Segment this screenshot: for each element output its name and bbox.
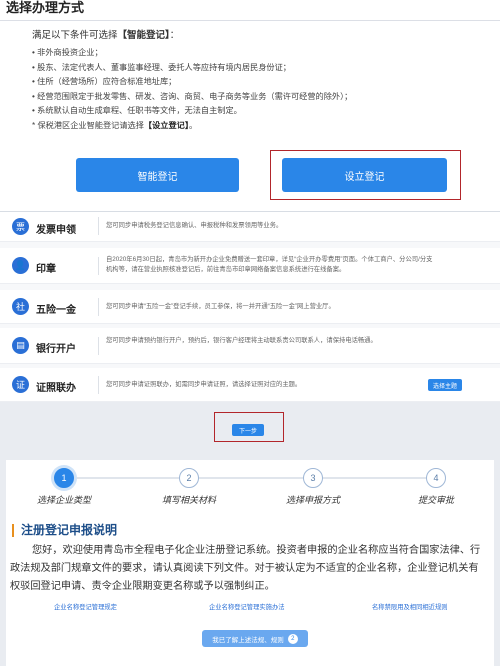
note-highlight: 【设立登记】 [143, 120, 189, 130]
step-4[interactable]: 4 提交审批 [396, 468, 476, 506]
intro-highlight: 【智能登记】 [117, 30, 170, 41]
countdown-badge: 2 [287, 633, 298, 644]
divider [98, 376, 99, 394]
service-row-bank: ▤ 银行开户 您可同步申请预约银行开户，预约后，银行客户经理将主动联系贵公司联系… [0, 328, 500, 364]
rule-link[interactable]: 企业名称登记管理实施办法 [209, 602, 285, 611]
step-number: 1 [54, 468, 74, 488]
intro-text: 满足以下条件可选择 [32, 30, 118, 41]
note-suffix: 。 [188, 120, 198, 130]
service-row-seal: 👤 印章 自2020年6月30日起，青岛市为新开办企业免费赠送一套印章，详见“企… [0, 248, 500, 284]
service-row-license: 证 证照联办 您可同步申请证照联办，如需同步申请证照，请选择证照对应的主题。 选… [0, 368, 500, 402]
select-theme-button[interactable]: 选择主题 [428, 379, 462, 391]
notice-title: 注册登记申报说明 [12, 524, 117, 537]
select-method-dialog: 选择办理方式 满足以下条件可选择【智能登记】： • 非外商投资企业； • 股东、… [0, 0, 500, 212]
highlight-frame [214, 412, 284, 442]
step-label: 提交审批 [417, 495, 454, 505]
divider [98, 298, 99, 316]
step-2[interactable]: 2 填写相关材料 [149, 468, 229, 506]
service-desc: 您可同步申请预约银行开户，预约后，银行客户经理将主动联系贵公司联系人，请保持电话… [106, 337, 377, 344]
license-icon: 证 [12, 376, 29, 393]
highlight-frame [270, 150, 461, 200]
service-desc: 您可同步申请税务登记信息确认、申报税种和发票领用等业务。 [106, 222, 283, 229]
note-text: * 保税港区企业智能登记请选择 [32, 120, 144, 130]
step-label: 选择企业类型 [36, 495, 91, 505]
service-desc: 您可同步申请“五险一金”登记手续，员工参保，将一并开通“五险一金”网上营业厅。 [106, 303, 335, 310]
services-panel: 票 发票申领 您可同步申请税务登记信息确认、申报税种和发票领用等业务。 👤 印章… [0, 212, 500, 402]
step-number: 2 [179, 468, 199, 488]
service-row-insurance: 社 五险一金 您可同步申请“五险一金”登记手续，员工参保，将一并开通“五险一金”… [0, 290, 500, 324]
bank-icon: ▤ [12, 337, 29, 354]
condition-item: • 非外商投资企业； [32, 48, 103, 57]
invoice-icon: 票 [12, 218, 29, 235]
step-label: 选择申报方式 [285, 495, 340, 505]
condition-item: • 住所（经营场所）应符合标准地址库； [32, 77, 177, 86]
dialog-body: 满足以下条件可选择【智能登记】： • 非外商投资企业； • 股东、法定代表人、董… [32, 28, 480, 133]
insurance-icon: 社 [12, 298, 29, 315]
service-desc: 自2020年6月30日起，青岛市为新开办企业免费赠送一套印章，详见“企业开办零费… [106, 256, 433, 273]
service-name: 五险一金 [36, 305, 76, 316]
divider [98, 217, 99, 235]
rule-link[interactable]: 名称禁限用及相同相近规则 [372, 602, 448, 611]
dialog-title: 选择办理方式 [6, 0, 85, 15]
seal-icon: 👤 [12, 257, 29, 274]
service-desc: 您可同步申请证照联办，如需同步申请证照，请选择证照对应的主题。 [106, 381, 302, 388]
step-1[interactable]: 1 选择企业类型 [24, 468, 104, 506]
conditions-intro: 满足以下条件可选择【智能登记】： [32, 28, 480, 44]
bonded-zone-note: * 保税港区企业智能登记请选择【设立登记】。 [32, 119, 480, 134]
step-label: 填写相关材料 [161, 495, 216, 505]
service-name: 证照联办 [36, 383, 76, 394]
steps-track [68, 477, 438, 479]
rule-link[interactable]: 企业名称登记管理规定 [54, 602, 117, 611]
service-name: 银行开户 [36, 344, 76, 355]
notice-text: 您好，欢迎使用青岛市全程电子化企业注册登记系统。投资者申报的企业名称应当符合国家… [10, 545, 481, 592]
condition-item: • 股东、法定代表人、董事监事经理、委托人等应持有境内居民身份证； [32, 62, 291, 72]
dialog-divider [0, 20, 500, 21]
smart-registration-button[interactable]: 智能登记 [76, 158, 239, 192]
progress-steps: 1 选择企业类型 2 填写相关材料 3 选择申报方式 4 提交审批 [6, 466, 494, 510]
service-name: 印章 [36, 264, 56, 275]
step-3[interactable]: 3 选择申报方式 [273, 468, 353, 506]
service-row-invoice: 票 发票申领 您可同步申请税务登记信息确认、申报税种和发票领用等业务。 [0, 212, 500, 242]
acknowledge-label: 我已了解上述法规、规则 [212, 636, 284, 644]
condition-item: • 系统默认自动生成章程、任职书等文件，无法自主制定。 [32, 106, 242, 115]
condition-item: • 经营范围限定于批发零售、研发、咨询、商贸、电子商务等业务（需许可经营的除外）… [32, 91, 353, 101]
divider [98, 257, 99, 275]
acknowledge-button[interactable]: 我已了解上述法规、规则 2 [202, 630, 308, 647]
intro-suffix: ： [169, 30, 180, 41]
step-number: 3 [303, 468, 323, 488]
service-name: 发票申领 [36, 225, 76, 236]
divider [98, 337, 99, 355]
conditions-list: • 非外商投资企业； • 股东、法定代表人、董事监事经理、委托人等应持有境内居民… [32, 46, 480, 119]
step-number: 4 [426, 468, 446, 488]
registration-page: 1 选择企业类型 2 填写相关材料 3 选择申报方式 4 提交审批 注册登记申报… [6, 460, 494, 666]
